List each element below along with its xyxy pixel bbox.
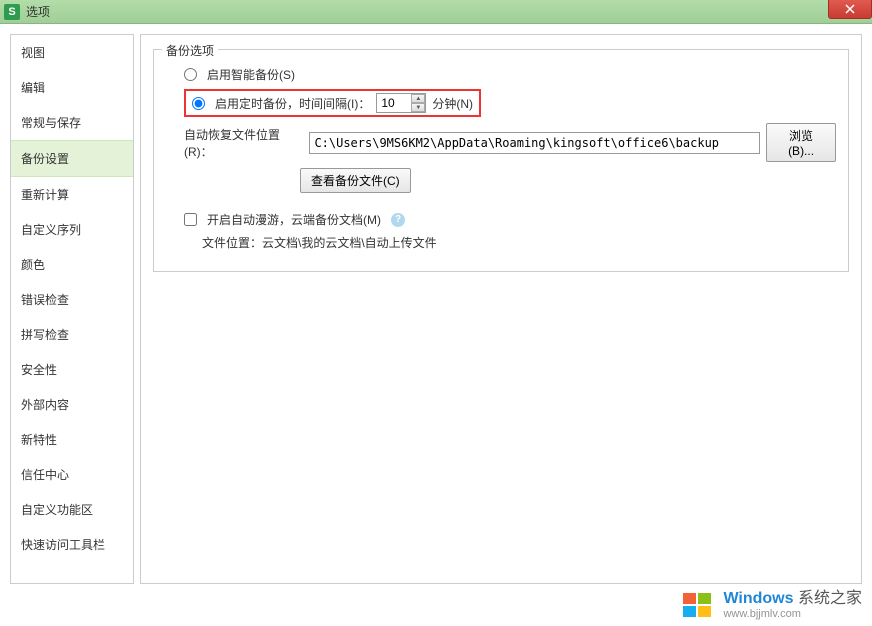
recover-path-label: 自动恢复文件位置(R)： xyxy=(184,126,303,160)
sidebar-item-spell-check[interactable]: 拼写检查 xyxy=(11,317,133,352)
sidebar-item-trust-center[interactable]: 信任中心 xyxy=(11,457,133,492)
sidebar-item-backup-settings[interactable]: 备份设置 xyxy=(11,140,133,177)
smart-backup-label: 启用智能备份(S) xyxy=(207,66,295,83)
smart-backup-radio[interactable] xyxy=(184,68,197,81)
window-title: 选项 xyxy=(26,3,50,20)
recover-path-row: 自动恢复文件位置(R)： 浏览(B)... xyxy=(166,123,836,162)
sidebar-item-new-features[interactable]: 新特性 xyxy=(11,422,133,457)
group-title: 备份选项 xyxy=(162,42,218,59)
sidebar-item-custom-series[interactable]: 自定义序列 xyxy=(11,212,133,247)
sidebar-item-recalc[interactable]: 重新计算 xyxy=(11,177,133,212)
minutes-label: 分钟(N) xyxy=(432,95,473,112)
timed-backup-radio[interactable] xyxy=(192,97,205,110)
view-backup-row: 查看备份文件(C) xyxy=(166,168,836,193)
sidebar-item-view[interactable]: 视图 xyxy=(11,35,133,70)
backup-options-group: 备份选项 启用智能备份(S) 启用定时备份，时间间隔(I)： ▲ ▼ xyxy=(153,49,849,272)
roaming-label: 开启自动漫游，云端备份文档(M) xyxy=(207,211,381,228)
close-button[interactable] xyxy=(828,0,872,19)
smart-backup-row: 启用智能备份(S) xyxy=(166,66,836,83)
sidebar-item-color[interactable]: 颜色 xyxy=(11,247,133,282)
timed-backup-highlight: 启用定时备份，时间间隔(I)： ▲ ▼ 分钟(N) xyxy=(184,89,481,117)
sidebar-item-security[interactable]: 安全性 xyxy=(11,352,133,387)
roaming-row: 开启自动漫游，云端备份文档(M) ? xyxy=(166,211,836,228)
sidebar-item-custom-ribbon[interactable]: 自定义功能区 xyxy=(11,492,133,527)
recover-path-input[interactable] xyxy=(309,132,760,154)
main-area: 视图 编辑 常规与保存 备份设置 重新计算 自定义序列 颜色 错误检查 拼写检查… xyxy=(0,24,872,594)
content-panel: 备份选项 启用智能备份(S) 启用定时备份，时间间隔(I)： ▲ ▼ xyxy=(140,34,862,584)
roaming-checkbox[interactable] xyxy=(184,213,197,226)
timed-backup-row: 启用定时备份，时间间隔(I)： ▲ ▼ 分钟(N) xyxy=(166,89,836,117)
watermark-url: www.bjjmlv.com xyxy=(723,608,862,620)
interval-spinner: ▲ ▼ xyxy=(376,93,426,113)
view-backup-button[interactable]: 查看备份文件(C) xyxy=(300,168,411,193)
sidebar-item-quick-access[interactable]: 快速访问工具栏 xyxy=(11,527,133,562)
windows-logo-icon xyxy=(681,590,717,620)
sidebar-item-external-content[interactable]: 外部内容 xyxy=(11,387,133,422)
roaming-path-label: 文件位置：云文档\我的云文档\自动上传文件 xyxy=(202,234,437,251)
watermark: Windows 系统之家 www.bjjmlv.com xyxy=(681,590,862,620)
timed-backup-label: 启用定时备份，时间间隔(I)： xyxy=(215,95,370,112)
watermark-brand: Windows 系统之家 xyxy=(723,590,862,608)
close-icon xyxy=(845,4,855,14)
spinner-up-icon[interactable]: ▲ xyxy=(411,94,425,103)
sidebar-item-edit[interactable]: 编辑 xyxy=(11,70,133,105)
spinner-down-icon[interactable]: ▼ xyxy=(411,103,425,112)
titlebar: S 选项 xyxy=(0,0,872,24)
browse-button[interactable]: 浏览(B)... xyxy=(766,123,836,162)
roaming-path-row: 文件位置：云文档\我的云文档\自动上传文件 xyxy=(166,234,836,251)
sidebar-item-error-check[interactable]: 错误检查 xyxy=(11,282,133,317)
sidebar: 视图 编辑 常规与保存 备份设置 重新计算 自定义序列 颜色 错误检查 拼写检查… xyxy=(10,34,134,584)
sidebar-item-general-save[interactable]: 常规与保存 xyxy=(11,105,133,140)
app-icon: S xyxy=(4,4,20,20)
help-icon[interactable]: ? xyxy=(391,213,405,227)
